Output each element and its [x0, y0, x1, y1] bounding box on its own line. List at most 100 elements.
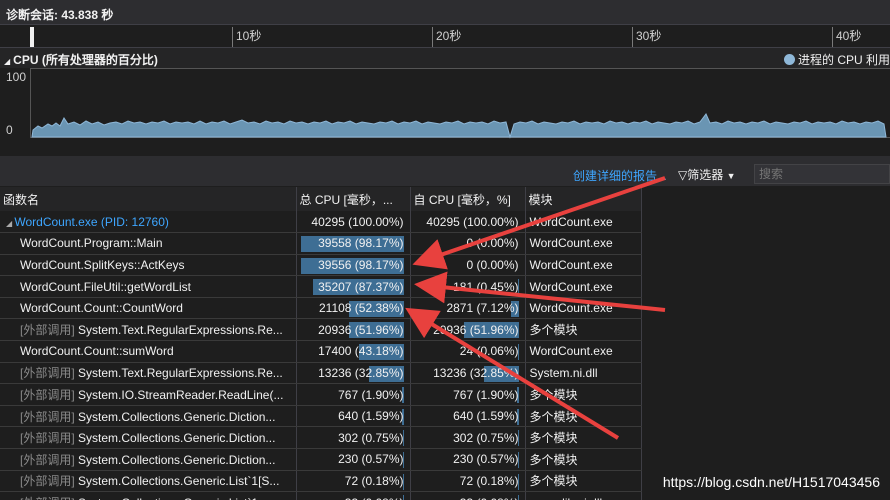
- self-cpu-cell-value: 0 (0.00%): [466, 257, 519, 272]
- function-name-cell[interactable]: [外部调用] System.Collections.Generic.List`1…: [0, 491, 297, 500]
- legend-label: 进程的 CPU 利用: [797, 53, 890, 67]
- y-axis-min: 0: [6, 123, 13, 137]
- function-name: System.IO.StreamReader.ReadLine(...: [78, 388, 284, 403]
- table-header-row: 函数名 总 CPU [毫秒，... 自 CPU [毫秒，%] 模块: [0, 187, 642, 211]
- table-row[interactable]: WordCount.FileUtil::getWordList 35207 (87…: [0, 275, 642, 298]
- total-cpu-cell-value: 767 (1.90%): [338, 387, 404, 402]
- self-cpu-cell-value: 13236 (32.85%): [433, 365, 519, 380]
- table-row[interactable]: [外部调用] System.Collections.Generic.List`1…: [0, 491, 642, 500]
- filter-funnel-icon: ▽: [678, 168, 688, 182]
- self-cpu-cell: 0 (0.00%): [410, 254, 526, 277]
- total-cpu-cell: 40295 (100.00%): [296, 211, 411, 234]
- module-cell: WordCount.exe: [525, 211, 642, 234]
- function-name-cell[interactable]: [外部调用] System.Collections.Generic.Dictio…: [0, 448, 297, 471]
- function-name: WordCount.exe (PID: 12760): [14, 214, 169, 229]
- column-total-cpu[interactable]: 总 CPU [毫秒，...: [296, 187, 411, 211]
- table-row[interactable]: [外部调用] System.Text.RegularExpressions.Re…: [0, 318, 642, 342]
- self-cpu-cell: 40295 (100.00%): [410, 211, 526, 234]
- total-cpu-cell-value: 39556 (98.17%): [318, 257, 404, 272]
- self-cpu-cell-value: 640 (1.59%): [453, 409, 519, 424]
- self-cpu-cell-value: 40295 (100.00%): [426, 214, 519, 229]
- column-function-name[interactable]: 函数名: [0, 187, 297, 211]
- create-report-link[interactable]: 创建详细的报告...: [573, 167, 667, 184]
- function-name-cell[interactable]: [外部调用] System.Collections.Generic.List`1…: [0, 470, 297, 493]
- self-cpu-cell: 33 (0.08%): [410, 491, 526, 500]
- external-call-tag: [外部调用]: [20, 388, 75, 403]
- function-name-cell[interactable]: WordCount.Count::sumWord: [0, 340, 297, 363]
- module-cell: WordCount.exe: [525, 275, 642, 298]
- table-row[interactable]: [外部调用] System.Text.RegularExpressions.Re…: [0, 362, 642, 385]
- table-row[interactable]: WordCount.Count::CountWord 21108 (52.38%)…: [0, 297, 642, 320]
- self-cpu-cell: 767 (1.90%): [410, 383, 526, 406]
- filter-button[interactable]: ▽筛选器 ▼: [678, 166, 736, 183]
- module-cell: 多个模块: [525, 470, 642, 493]
- total-cpu-cell-value: 39558 (98.17%): [318, 236, 404, 251]
- total-cpu-cell-value: 640 (1.59%): [338, 409, 404, 424]
- function-name-cell[interactable]: [外部调用] System.Collections.Generic.Dictio…: [0, 426, 297, 450]
- call-tree-toolbar: 创建详细的报告... ▽筛选器 ▼: [0, 162, 890, 186]
- self-cpu-cell-value: 0 (0.00%): [466, 236, 519, 251]
- total-cpu-cell-value: 21108 (52.38%): [318, 301, 404, 316]
- self-cpu-cell-value: 302 (0.75%): [453, 430, 519, 445]
- session-duration: 诊断会话: 43.838 秒: [6, 8, 114, 22]
- external-call-tag: [外部调用]: [20, 452, 75, 467]
- self-cpu-cell: 640 (1.59%): [410, 405, 526, 428]
- table-row[interactable]: WordCount.Count::sumWord 17400 (43.18%) 24…: [0, 340, 642, 363]
- collapse-triangle-icon[interactable]: ◢: [4, 57, 10, 66]
- search-input[interactable]: [754, 164, 890, 184]
- total-cpu-cell: 13236 (32.85%): [296, 362, 411, 385]
- column-module[interactable]: 模块: [525, 187, 642, 211]
- total-cpu-cell: 21108 (52.38%): [296, 297, 411, 320]
- cpu-utilization-plot: [30, 68, 890, 139]
- cpu-graph[interactable]: 100 0: [0, 68, 890, 156]
- table-row[interactable]: WordCount.SplitKeys::ActKeys 39556 (98.17…: [0, 254, 642, 277]
- module-cell: WordCount.exe: [525, 254, 642, 277]
- total-cpu-cell: 33 (0.08%): [296, 491, 411, 500]
- table-row[interactable]: ◢ WordCount.exe (PID: 12760) 40295 (100.0…: [0, 211, 642, 234]
- tick-40s: 40秒: [832, 27, 861, 47]
- function-name-cell[interactable]: [外部调用] System.Collections.Generic.Dictio…: [0, 405, 297, 428]
- table-row[interactable]: [外部调用] System.Collections.Generic.Dictio…: [0, 448, 642, 471]
- table-row[interactable]: [外部调用] System.Collections.Generic.Dictio…: [0, 405, 642, 428]
- self-cpu-cell-value: 181 (0.45%): [453, 279, 519, 294]
- external-call-tag: [外部调用]: [20, 323, 75, 338]
- table-row[interactable]: [外部调用] System.Collections.Generic.List`1…: [0, 470, 642, 493]
- function-name-cell[interactable]: [外部调用] System.Text.RegularExpressions.Re…: [0, 318, 297, 342]
- module-cell: 多个模块: [525, 426, 642, 450]
- self-cpu-cell: 20936 (51.96%): [410, 318, 526, 342]
- function-name-cell[interactable]: ◢ WordCount.exe (PID: 12760): [0, 211, 297, 234]
- y-axis-max: 100: [6, 70, 27, 84]
- function-name-cell[interactable]: WordCount.SplitKeys::ActKeys: [0, 254, 297, 277]
- self-cpu-cell-value: 33 (0.08%): [460, 496, 519, 500]
- timeline-range-handle[interactable]: [30, 27, 34, 47]
- function-name-cell[interactable]: WordCount.Program::Main: [0, 232, 297, 255]
- external-call-tag: [外部调用]: [20, 409, 75, 424]
- self-cpu-cell-value: 72 (0.18%): [459, 473, 519, 488]
- table-row[interactable]: [外部调用] System.Collections.Generic.Dictio…: [0, 426, 642, 450]
- external-call-tag: [外部调用]: [20, 431, 75, 446]
- external-call-tag: [外部调用]: [20, 474, 75, 489]
- module-cell: WordCount.exe: [525, 232, 642, 255]
- module-cell: 多个模块: [525, 448, 642, 471]
- cpu-legend[interactable]: 进程的 CPU 利用: [783, 51, 890, 68]
- timeline-ruler[interactable]: 10秒 20秒 30秒 40秒: [0, 24, 890, 48]
- total-cpu-cell-value: 35207 (87.37%): [318, 279, 404, 294]
- function-name-cell[interactable]: [外部调用] System.IO.StreamReader.ReadLine(.…: [0, 383, 297, 406]
- cpu-graph-title[interactable]: ◢ CPU (所有处理器的百分比): [4, 51, 158, 68]
- self-cpu-cell: 2871 (7.12%): [410, 297, 526, 320]
- column-self-cpu[interactable]: 自 CPU [毫秒，%]: [410, 187, 526, 211]
- total-cpu-cell: 39558 (98.17%): [296, 232, 411, 255]
- function-name: WordCount.Count::sumWord: [20, 344, 174, 359]
- watermark: https://blog.csdn.net/H1517043456: [662, 474, 880, 490]
- tick-30s: 30秒: [632, 27, 661, 47]
- total-cpu-cell-value: 20936 (51.96%): [318, 322, 404, 337]
- function-name-cell[interactable]: [外部调用] System.Text.RegularExpressions.Re…: [0, 362, 297, 385]
- tick-20s: 20秒: [432, 27, 461, 47]
- table-row[interactable]: [外部调用] System.IO.StreamReader.ReadLine(.…: [0, 383, 642, 406]
- module-cell: WordCount.exe: [525, 340, 642, 363]
- function-name-cell[interactable]: WordCount.FileUtil::getWordList: [0, 275, 297, 298]
- function-name-cell[interactable]: WordCount.Count::CountWord: [0, 297, 297, 320]
- chevron-down-icon: ▼: [726, 171, 736, 181]
- table-row[interactable]: WordCount.Program::Main 39558 (98.17%) 0 (…: [0, 232, 642, 255]
- module-cell: 多个模块: [525, 383, 642, 406]
